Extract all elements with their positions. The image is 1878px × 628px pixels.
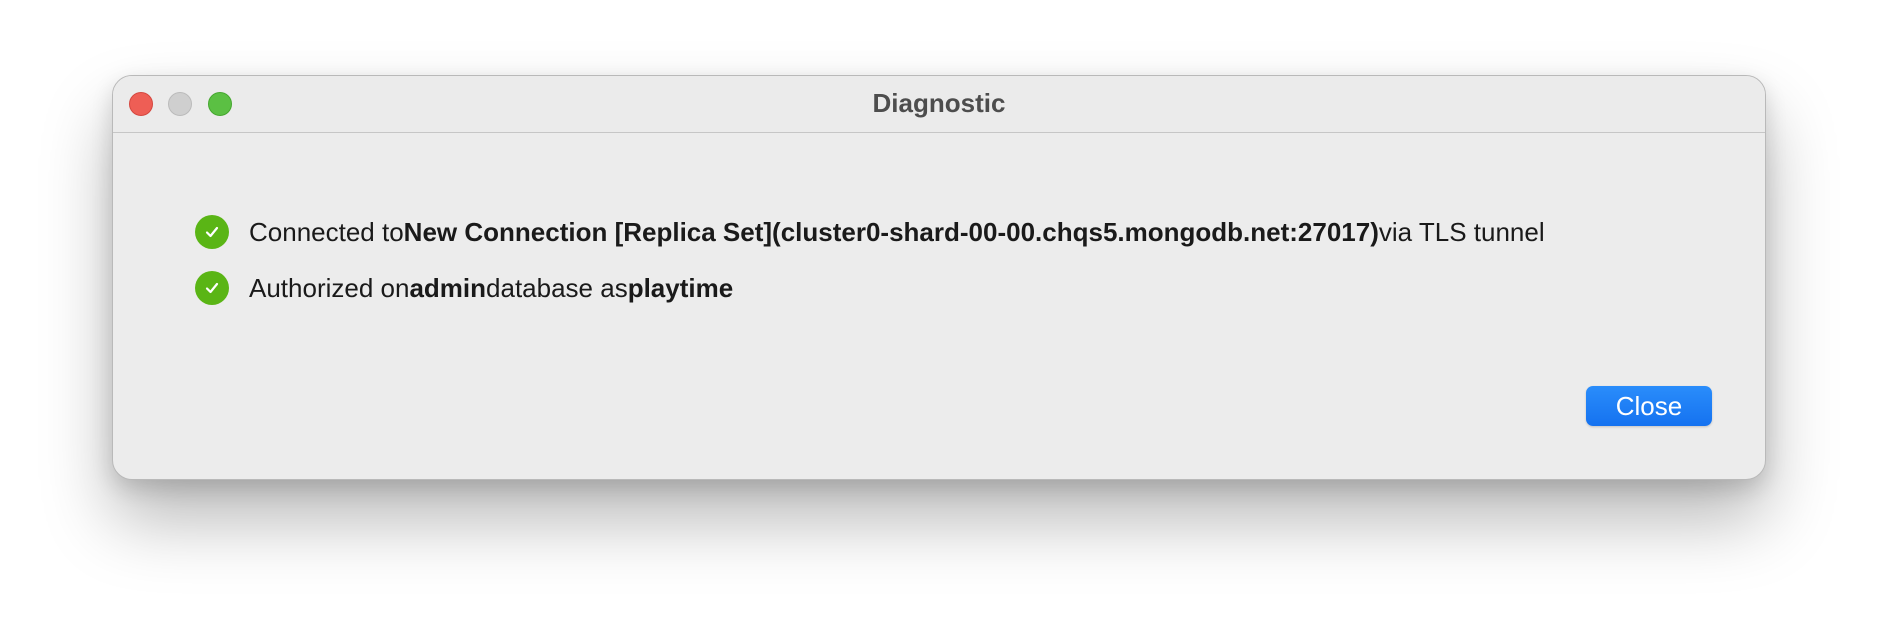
connection-name: New Connection [Replica Set](cluster0-sh… xyxy=(403,216,1379,247)
message-text-middle: database as xyxy=(486,272,628,303)
database-name: admin xyxy=(409,272,487,303)
authorization-status-message: Authorized on admin database as playtime xyxy=(195,270,1545,306)
message-text-prefix: Authorized on xyxy=(249,272,410,303)
connection-status-message: Connected to New Connection [Replica Set… xyxy=(195,214,1545,250)
message-text-prefix: Connected to xyxy=(249,216,404,247)
close-button[interactable]: Close xyxy=(1586,386,1712,426)
diagnostic-messages: Connected to New Connection [Replica Set… xyxy=(195,214,1545,326)
title-bar: Diagnostic xyxy=(113,76,1765,133)
diagnostic-window: Diagnostic Connected to New Connection [… xyxy=(112,75,1766,480)
window-title: Diagnostic xyxy=(872,88,1006,118)
check-circle-icon xyxy=(195,271,229,305)
message-text-suffix: via TLS tunnel xyxy=(1378,216,1545,247)
user-name: playtime xyxy=(627,272,734,303)
check-circle-icon xyxy=(195,215,229,249)
